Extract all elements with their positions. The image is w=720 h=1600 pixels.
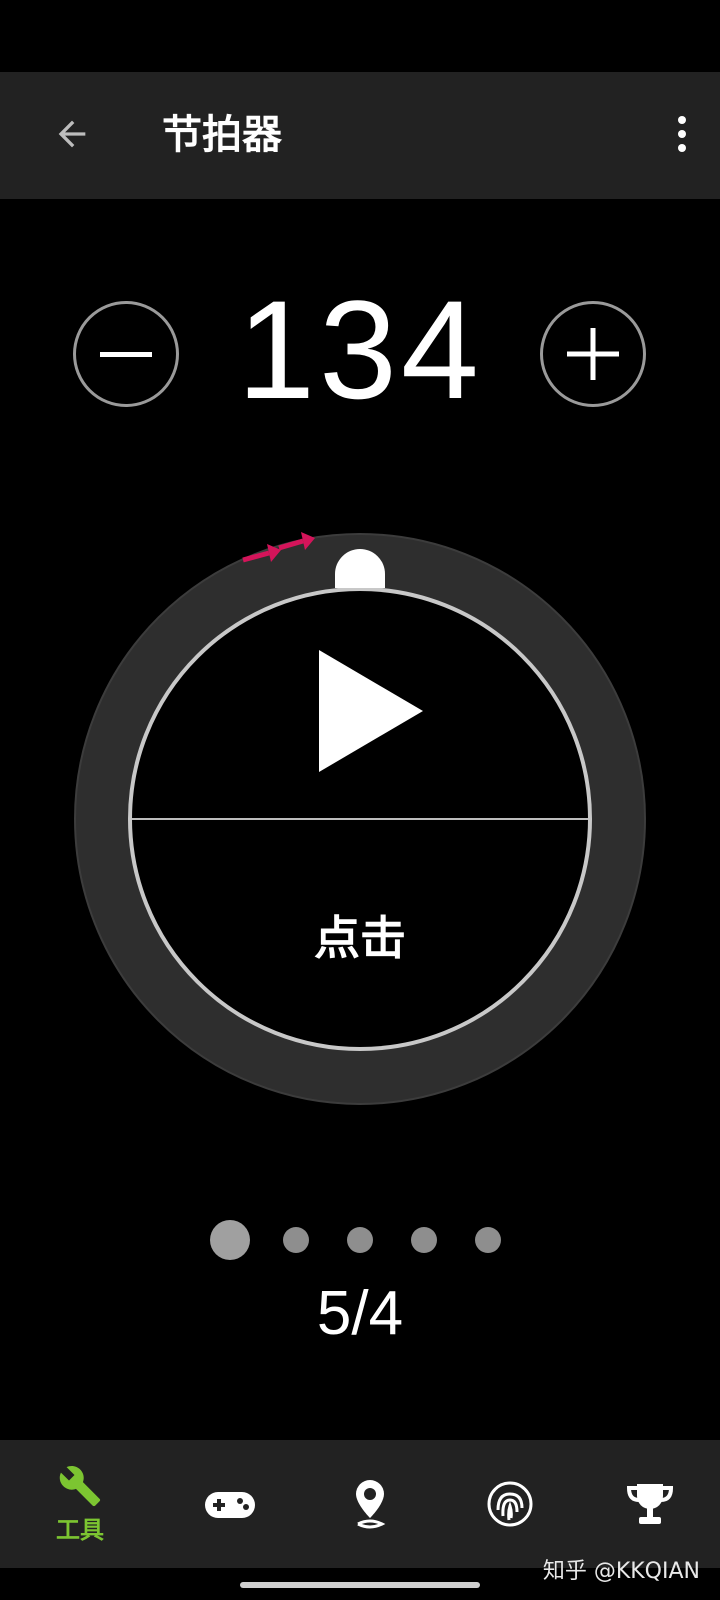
minus-icon — [100, 352, 152, 357]
watermark: 知乎 @KKQIAN — [542, 1559, 700, 1584]
app-bar: 节拍器 — [0, 72, 720, 199]
gamepad-icon — [205, 1492, 255, 1518]
nav-games[interactable] — [158, 1440, 302, 1568]
increase-tempo-button[interactable] — [540, 301, 646, 407]
nav-trophy[interactable] — [578, 1440, 720, 1568]
trophy-icon — [626, 1484, 674, 1524]
more-vertical-icon — [678, 116, 686, 152]
beat-pager — [0, 1218, 720, 1262]
location-pin-icon — [356, 1480, 386, 1529]
beat-dot-3[interactable] — [347, 1227, 373, 1253]
nav-tools-label: 工具 — [56, 1515, 104, 1544]
plus-icon — [567, 328, 619, 380]
tempo-value: 134 — [237, 271, 483, 428]
beat-dot-2[interactable] — [283, 1227, 309, 1253]
nav-location[interactable] — [298, 1440, 442, 1568]
beat-dot-5[interactable] — [475, 1227, 501, 1253]
home-indicator[interactable] — [240, 1582, 480, 1588]
page-title: 节拍器 — [162, 112, 282, 158]
wrench-icon — [59, 1465, 101, 1506]
beat-dot-1[interactable] — [210, 1220, 250, 1260]
time-signature[interactable]: 5/4 — [0, 1278, 720, 1349]
decrease-tempo-button[interactable] — [73, 301, 179, 407]
nav-fingerprint[interactable] — [438, 1440, 582, 1568]
tap-label: 点击 — [314, 911, 406, 965]
beat-dot-4[interactable] — [411, 1227, 437, 1253]
nav-tools[interactable]: 工具 — [8, 1440, 152, 1568]
back-button[interactable] — [40, 102, 104, 166]
metronome-dial: 点击 — [73, 532, 647, 1106]
fingerprint-icon — [487, 1481, 533, 1527]
arrow-left-icon — [58, 120, 86, 148]
more-menu-button[interactable] — [658, 102, 706, 166]
bottom-nav: 工具 — [0, 1440, 720, 1568]
